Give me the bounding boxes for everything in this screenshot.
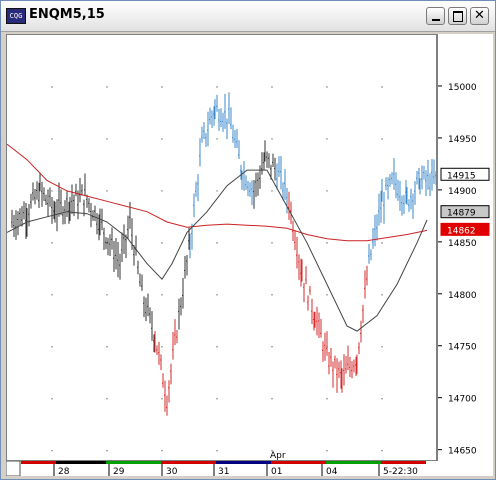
grid-dot	[161, 242, 163, 244]
grid-dot	[271, 293, 273, 296]
grid-dot	[51, 345, 53, 348]
grid-dot	[161, 345, 163, 348]
grid-dot	[326, 242, 328, 244]
price-tick-label: 14700	[448, 395, 477, 405]
grid-dot	[51, 242, 53, 244]
grid-dot	[161, 293, 163, 296]
grid-dot	[216, 242, 218, 244]
grid-dot	[216, 397, 218, 400]
grid-dot	[381, 449, 383, 452]
grid-dot	[106, 293, 108, 296]
grid-dot	[326, 86, 328, 88]
time-tick-label: 04	[326, 467, 338, 476]
grid-dot	[381, 138, 383, 140]
price-tick-label: 14900	[448, 187, 477, 197]
grid-dot	[381, 242, 383, 244]
grid-dot	[51, 293, 53, 296]
grid-dot	[271, 86, 273, 88]
grid-dot	[106, 449, 108, 452]
price-badge-label: 14862	[447, 226, 476, 236]
price-tick-label: 14650	[448, 447, 477, 457]
time-tick-label: 31	[218, 467, 229, 476]
grid-dot	[161, 86, 163, 88]
grid-dot	[271, 397, 273, 400]
session-bar	[56, 461, 106, 464]
session-bar	[326, 461, 381, 464]
grid-dot	[216, 138, 218, 140]
grid-dot	[161, 449, 163, 452]
grid-dot	[216, 86, 218, 88]
price-chart[interactable]: Apr	[6, 34, 437, 461]
grid-dot	[51, 86, 53, 88]
grid-dot	[381, 293, 383, 296]
title-bar[interactable]: CQG ENQM5,15 ✕	[1, 1, 495, 32]
grid-dot	[216, 345, 218, 348]
price-axis: 15000 14950 14900 14850 14800 14750 14700 14650…	[437, 34, 493, 476]
session-bar	[21, 461, 56, 464]
grid-dot	[326, 190, 328, 192]
price-tick-label: 14800	[448, 291, 477, 301]
grid-dot	[271, 345, 273, 348]
grid-dot	[216, 449, 218, 452]
session-bar	[216, 461, 271, 464]
grid-dot	[106, 345, 108, 348]
price-tick-label: 14950	[448, 135, 477, 145]
moving-average-red	[6, 143, 428, 242]
grid-dot	[381, 397, 383, 400]
session-bar	[161, 461, 216, 464]
grid-dot	[271, 190, 273, 192]
price-tick-label: 15000	[448, 83, 477, 93]
close-icon[interactable]: ✕	[470, 7, 489, 25]
grid-dot	[216, 293, 218, 296]
grid-dot	[51, 449, 53, 452]
time-axis: 28 29 30 31 01 04 5-22:30	[5, 460, 441, 477]
price-badge-label: 14879	[447, 209, 476, 219]
grid-dot	[106, 86, 108, 88]
grid-dot	[51, 397, 53, 400]
session-bar	[381, 461, 426, 464]
grid-dot	[381, 86, 383, 88]
grid-dot	[271, 138, 273, 140]
month-label: Apr	[270, 451, 286, 460]
grid-dot	[106, 138, 108, 140]
time-axis-labels: 28 29 30 31 01 04 5-22:30	[5, 460, 426, 477]
grid-dot	[326, 293, 328, 296]
price-tick-label: 14850	[448, 239, 477, 249]
grid-dot	[326, 397, 328, 400]
grid-dot	[106, 397, 108, 400]
time-tick-label: 28	[58, 467, 70, 476]
price-tick-label: 14750	[448, 343, 477, 353]
grid-dot	[326, 138, 328, 140]
session-bar	[106, 461, 161, 464]
price-axis-labels: 15000 14950 14900 14850 14800 14750 14700 14650…	[438, 83, 490, 457]
grid-dot	[106, 190, 108, 192]
maximize-icon[interactable]	[448, 7, 467, 25]
chart-window: CQG ENQM5,15 ✕ Apr 15000 14950 14900 14850 1…	[0, 0, 496, 480]
minimize-icon[interactable]	[426, 7, 445, 25]
grid-dot	[161, 190, 163, 192]
grid-dot	[216, 190, 218, 192]
grid-dot	[326, 449, 328, 452]
time-tick-label: 5-22:30	[383, 467, 418, 476]
grid-dot	[51, 190, 53, 192]
grid-dot	[271, 242, 273, 244]
time-tick-label: 01	[271, 467, 282, 476]
moving-average-black	[6, 169, 428, 332]
chart-plot: Apr	[6, 86, 437, 461]
grid-dot	[161, 397, 163, 400]
axis-corner	[5, 460, 21, 477]
grid-dot	[51, 138, 53, 140]
time-tick-label: 29	[113, 467, 125, 476]
grid-dot	[381, 345, 383, 348]
app-icon[interactable]: CQG	[6, 8, 26, 24]
price-badge-label: 14915	[447, 171, 476, 181]
window-title: ENQM5,15	[29, 7, 105, 22]
session-bar	[271, 461, 326, 464]
grid-dot	[161, 138, 163, 140]
time-tick-label: 30	[166, 467, 178, 476]
